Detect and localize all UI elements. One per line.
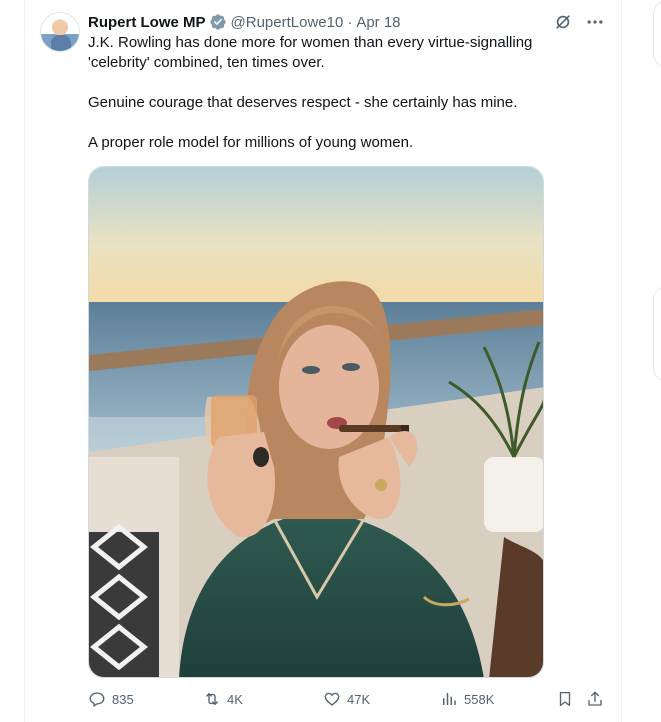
- tweet-photo[interactable]: [88, 166, 544, 678]
- tweet-paragraph: Genuine courage that deserves respect - …: [88, 94, 518, 111]
- more-icon[interactable]: [585, 12, 605, 32]
- share-button[interactable]: [586, 690, 604, 708]
- tweet-paragraph: A proper role model for millions of youn…: [88, 134, 414, 151]
- side-panel-card: [653, 286, 661, 382]
- bookmark-icon: [559, 691, 571, 707]
- like-icon: [324, 692, 340, 706]
- author-name[interactable]: Rupert Lowe MP: [88, 14, 206, 31]
- views-count: 558K: [464, 691, 495, 707]
- tweet-top-actions: [553, 12, 605, 32]
- tweet-actions: 835 4K 47K 558K: [88, 690, 608, 710]
- views-icon: [443, 693, 456, 705]
- side-panel-card: [653, 0, 661, 68]
- author-handle[interactable]: @RupertLowe10: [231, 14, 344, 31]
- share-icon: [588, 691, 602, 706]
- grok-icon[interactable]: [553, 12, 573, 32]
- photo-image: [89, 167, 543, 677]
- tweet-date[interactable]: Apr 18: [356, 14, 400, 31]
- like-button[interactable]: 47K: [323, 690, 370, 708]
- retweet-button[interactable]: 4K: [203, 690, 243, 708]
- verified-badge-icon: [209, 14, 226, 30]
- like-count: 47K: [347, 691, 371, 707]
- reply-button[interactable]: 835: [88, 690, 134, 708]
- tweet-text: J.K. Rowling has done more for women tha…: [88, 33, 558, 173]
- bookmark-button[interactable]: [556, 690, 574, 708]
- tweet-header: Rupert Lowe MP @RupertLowe10 · Apr 18: [88, 12, 401, 32]
- reply-count: 835: [112, 691, 134, 707]
- views-button[interactable]: 558K: [440, 690, 494, 708]
- retweet-count: 4K: [227, 691, 243, 707]
- retweet-icon: [206, 693, 218, 705]
- separator-dot: ·: [347, 13, 353, 31]
- tweet-paragraph: J.K. Rowling has done more for women tha…: [88, 34, 533, 71]
- avatar[interactable]: [40, 12, 80, 52]
- reply-icon: [89, 692, 105, 707]
